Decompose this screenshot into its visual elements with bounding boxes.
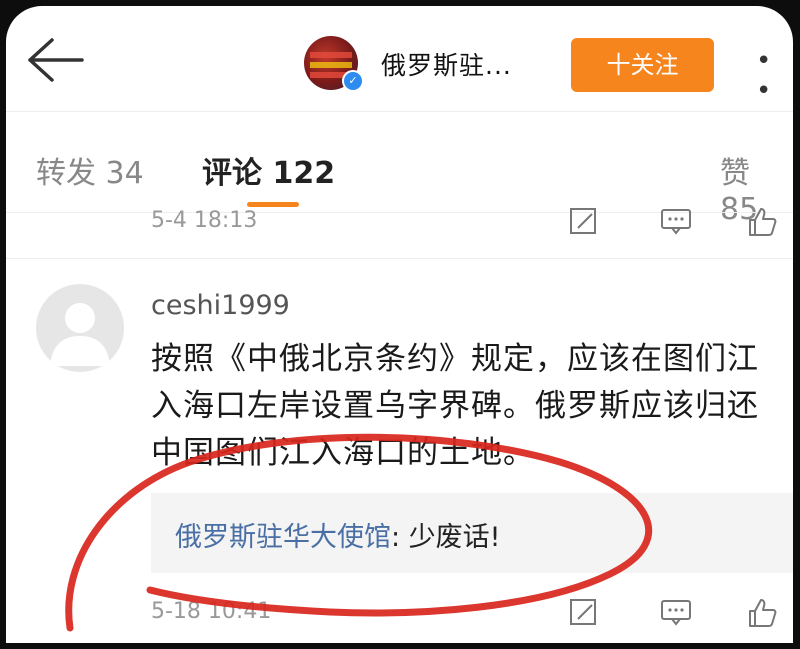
comment-timestamp: 5-4 18:13 [151, 208, 258, 233]
account-avatar[interactable]: ✓ [304, 36, 366, 92]
reply-text: 俄罗斯驻华大使馆: 少废话! [175, 515, 501, 554]
comment-divider [6, 258, 793, 259]
reply-box[interactable]: 俄罗斯驻华大使馆: 少废话! [151, 493, 793, 573]
comment-footer: 5-18 10:41 [6, 591, 793, 643]
default-user-icon [50, 303, 110, 366]
follow-button[interactable]: 十关注 [571, 38, 714, 92]
reply-icon[interactable] [660, 206, 692, 238]
previous-comment-footer: 5-4 18:13 [6, 206, 793, 258]
more-options-icon[interactable]: • • [756, 46, 793, 106]
reply-icon[interactable] [660, 597, 692, 629]
like-icon[interactable] [746, 597, 778, 629]
commenter-avatar[interactable] [36, 284, 124, 372]
verified-badge-icon: ✓ [342, 70, 364, 92]
comment-body: 按照《中俄北京条约》规定，应该在图们江入海口左岸设置乌字界碑。俄罗斯应该归还中国… [151, 341, 759, 471]
tab-comments[interactable]: 评论 122 [202, 148, 335, 192]
repost-icon[interactable] [568, 206, 600, 238]
reply-content: : 少废话! [391, 522, 501, 553]
comment-timestamp: 5-18 10:41 [151, 599, 272, 624]
commenter-username[interactable]: ceshi1999 [151, 290, 290, 321]
back-arrow-icon [28, 38, 84, 82]
repost-icon[interactable] [568, 597, 600, 629]
account-name[interactable]: 俄罗斯驻... [381, 46, 512, 82]
tab-reposts[interactable]: 转发 34 [36, 148, 144, 192]
top-bar: ✓ 俄罗斯驻... 十关注 • • [6, 6, 793, 111]
tab-bar: 转发 34 评论 122 赞 85 [6, 112, 793, 227]
reply-author-link[interactable]: 俄罗斯驻华大使馆 [175, 522, 391, 553]
like-icon[interactable] [746, 206, 778, 238]
back-button[interactable] [24, 34, 86, 86]
phone-screen: ✓ 俄罗斯驻... 十关注 • • 转发 34 评论 122 赞 85 5-4 … [6, 6, 793, 643]
